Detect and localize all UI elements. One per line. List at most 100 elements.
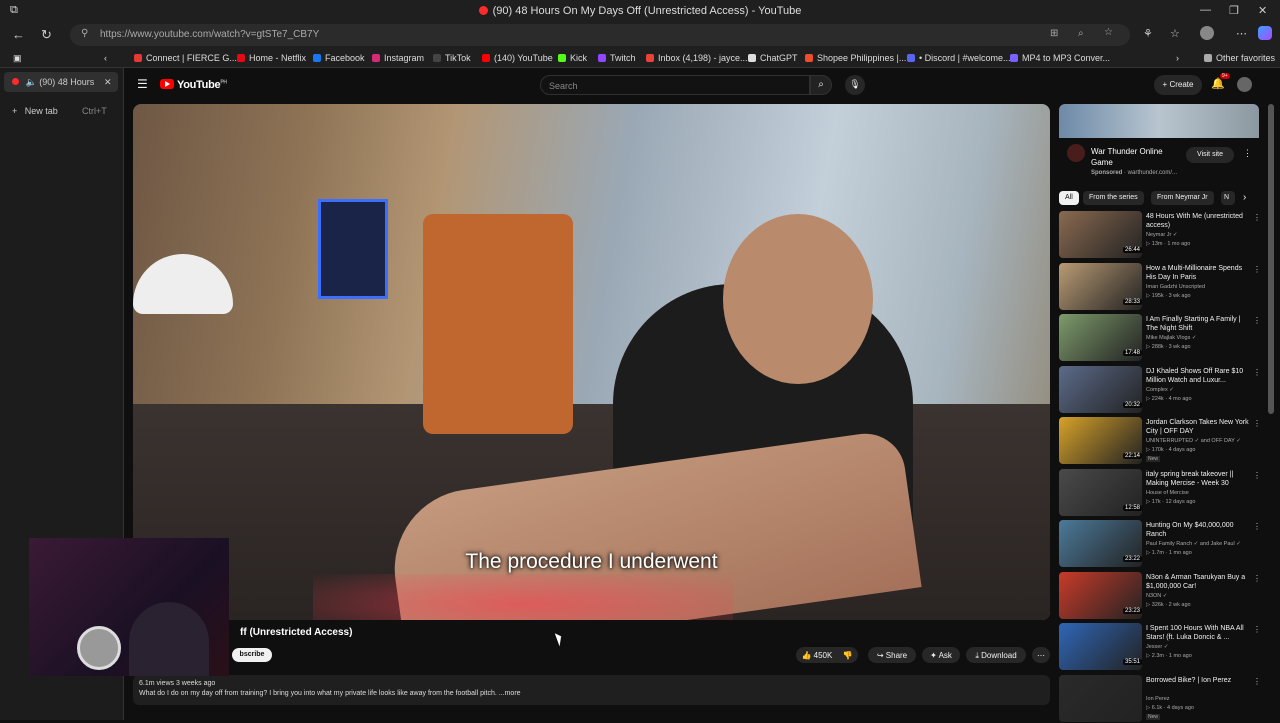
profile-avatar[interactable] <box>1200 26 1214 40</box>
chip-next[interactable]: N <box>1221 191 1235 205</box>
recommendation-title[interactable]: N3on & Arman Tsarukyan Buy a $1,000,000 … <box>1146 573 1251 591</box>
bookmark-item[interactable]: MP4 to MP3 Conver... <box>1010 53 1110 63</box>
back-icon[interactable]: ← <box>12 27 25 42</box>
recommendation-channel[interactable]: Iman Gadzhi Unscripted <box>1146 284 1251 290</box>
bookmark-item[interactable]: ChatGPT <box>748 53 798 63</box>
like-button[interactable]: 👍 450K <box>801 651 832 660</box>
recommendation-more-icon[interactable]: ⋮ <box>1253 213 1261 222</box>
page-scrollbar[interactable] <box>1268 104 1274 414</box>
extensions-icon[interactable]: ⚘ <box>1143 27 1153 40</box>
bookmark-item[interactable]: Instagram <box>372 53 424 63</box>
recommendation-item[interactable]: 26:44 48 Hours With Me (unrestricted acce… <box>1059 211 1261 259</box>
recommendation-item[interactable]: 28:33 How a Multi-Millionaire Spends His … <box>1059 262 1261 311</box>
youtube-logo[interactable]: YouTubePH <box>160 79 227 91</box>
zoom-icon[interactable]: ⌕ <box>1078 28 1084 39</box>
description-box[interactable]: 6.1m views 3 weeks ago What do I do on m… <box>133 675 1050 705</box>
recommendation-item[interactable]: 17:48 I Am Finally Starting A Family | Th… <box>1059 314 1261 362</box>
more-menu-icon[interactable]: ⋯ <box>1236 27 1247 40</box>
chip-all[interactable]: All <box>1059 191 1079 205</box>
bookmarks-scroll-left-icon[interactable]: ‹ <box>104 53 107 63</box>
bookmark-item[interactable]: Facebook <box>313 53 365 63</box>
recommendation-title[interactable]: I Spent 100 Hours With NBA All Stars! (f… <box>1146 624 1251 642</box>
bookmark-item[interactable]: Connect | FIERCE G... <box>134 53 237 63</box>
download-button[interactable]: ⤓ Download <box>966 647 1026 663</box>
app-available-icon[interactable]: ⊞ <box>1050 28 1058 39</box>
recommendation-title[interactable]: Borrowed Bike? | Ion Perez <box>1146 676 1251 685</box>
recommendation-item[interactable]: 12:58 italy spring break takeover || Maki… <box>1059 468 1261 517</box>
recommendation-channel[interactable]: House of Mercise <box>1146 490 1251 496</box>
chips-scroll-right-icon[interactable]: › <box>1243 192 1246 203</box>
favorite-star-icon[interactable]: ☆ <box>1104 27 1113 38</box>
recommendation-more-icon[interactable]: ⋮ <box>1253 368 1261 377</box>
recommendation-title[interactable]: Jordan Clarkson Takes New York City | OF… <box>1146 418 1251 436</box>
hamburger-menu-icon[interactable]: ☰ <box>137 77 148 91</box>
ad-more-icon[interactable]: ⋮ <box>1243 148 1252 159</box>
recommendation-channel[interactable]: Mike Majlak Vlogs ✓ <box>1146 335 1251 341</box>
speaker-icon[interactable]: 🔈 <box>26 77 37 87</box>
url-field[interactable]: ⚲ https://www.youtube.com/watch?v=gtSTe7… <box>70 24 1130 46</box>
site-info-icon[interactable]: ⚲ <box>81 28 88 39</box>
recommendation-item[interactable]: 22:14 Jordan Clarkson Takes New York City… <box>1059 417 1261 465</box>
recommendation-title[interactable]: 48 Hours With Me (unrestricted access) <box>1146 212 1251 230</box>
search-input[interactable]: Search <box>540 75 810 95</box>
recommendation-item[interactable]: 35:51 I Spent 100 Hours With NBA All Star… <box>1059 623 1261 671</box>
recommendation-channel[interactable]: UNINTERRUPTED ✓ and OFF DAY ✓ <box>1146 438 1251 444</box>
chip-from-series[interactable]: From the series <box>1083 191 1144 205</box>
bookmark-item[interactable]: Inbox (4,198) - jayce... <box>646 53 748 63</box>
recommendation-more-icon[interactable]: ⋮ <box>1253 625 1261 634</box>
bookmark-item[interactable]: • Discord | #welcome... <box>907 53 1011 63</box>
favorites-icon[interactable]: ☆ <box>1170 27 1180 40</box>
voice-search-button[interactable]: 🎙 <box>845 75 865 95</box>
recommendation-title[interactable]: italy spring break takeover || Making Me… <box>1146 470 1251 488</box>
recommendation-channel[interactable]: Ion Perez <box>1146 696 1251 702</box>
video-player[interactable]: The procedure I underwent <box>133 104 1050 620</box>
share-button[interactable]: ↪ Share <box>868 647 916 663</box>
recommendation-item[interactable]: 23:22 Hunting On My $40,000,000 Ranch Paul… <box>1059 520 1261 568</box>
recommendation-title[interactable]: How a Multi-Millionaire Spends His Day I… <box>1146 264 1251 282</box>
visit-site-button[interactable]: Visit site <box>1186 147 1234 163</box>
copilot-icon[interactable] <box>1258 26 1272 40</box>
recommendation-channel[interactable]: Neymar Jr ✓ <box>1146 232 1251 238</box>
recommendation-title[interactable]: I Am Finally Starting A Family | The Nig… <box>1146 315 1251 333</box>
new-tab-button[interactable]: + New tab Ctrl+T <box>4 101 118 121</box>
sidebar-toggle-icon[interactable]: ▣ <box>13 53 22 64</box>
bookmarks-scroll-right-icon[interactable]: › <box>1176 53 1179 63</box>
tab-youtube[interactable]: 🔈 (90) 48 Hours ✕ <box>4 72 118 92</box>
recommendation-more-icon[interactable]: ⋮ <box>1253 677 1261 686</box>
bookmark-item[interactable]: Home - Netflix <box>237 53 306 63</box>
ask-button[interactable]: ✦ Ask <box>922 647 960 663</box>
recommendation-more-icon[interactable]: ⋮ <box>1253 522 1261 531</box>
more-actions-button[interactable]: ⋯ <box>1032 647 1050 663</box>
close-tab-icon[interactable]: ✕ <box>104 77 112 88</box>
sponsored-ad-card[interactable]: War Thunder Online Game Sponsored · wart… <box>1059 104 1259 184</box>
video-thumbnail[interactable] <box>1059 674 1142 722</box>
recommendation-title[interactable]: Hunting On My $40,000,000 Ranch <box>1146 521 1251 539</box>
bookmark-item[interactable]: Twitch <box>598 53 636 63</box>
other-favorites[interactable]: Other favorites <box>1204 53 1275 63</box>
bookmark-item[interactable]: Shopee Philippines |... <box>805 53 906 63</box>
subscribe-button[interactable]: bscribe <box>232 648 272 662</box>
bookmark-item[interactable]: Kick <box>558 53 587 63</box>
recommendation-more-icon[interactable]: ⋮ <box>1253 471 1261 480</box>
dislike-button[interactable]: 👎 <box>843 651 853 660</box>
recommendation-channel[interactable]: Jesser ✓ <box>1146 644 1251 650</box>
maximize-icon[interactable]: ❐ <box>1229 4 1239 17</box>
recommendation-more-icon[interactable]: ⋮ <box>1253 419 1261 428</box>
account-avatar[interactable] <box>1237 77 1252 92</box>
bookmark-item[interactable]: TikTok <box>433 53 471 63</box>
recommendation-title[interactable]: DJ Khaled Shows Off Rare $10 Million Wat… <box>1146 367 1251 385</box>
recommendation-channel[interactable]: N3ON ✓ <box>1146 593 1251 599</box>
recommendation-item[interactable]: 20:32 DJ Khaled Shows Off Rare $10 Millio… <box>1059 365 1261 414</box>
recommendation-more-icon[interactable]: ⋮ <box>1253 316 1261 325</box>
search-button[interactable]: ⌕ <box>810 75 832 95</box>
bookmark-item[interactable]: (140) YouTube <box>482 53 553 63</box>
recommendation-more-icon[interactable]: ⋮ <box>1253 265 1261 274</box>
create-button[interactable]: + Create <box>1154 75 1202 95</box>
recommendation-item[interactable]: 23:23 N3on & Arman Tsarukyan Buy a $1,000… <box>1059 571 1261 620</box>
chip-from-neymar[interactable]: From Neymar Jr <box>1151 191 1214 205</box>
refresh-icon[interactable]: ↻ <box>41 27 52 43</box>
recommendation-channel[interactable]: Complex ✓ <box>1146 387 1251 393</box>
recommendation-more-icon[interactable]: ⋮ <box>1253 574 1261 583</box>
recommendation-item[interactable]: Borrowed Bike? | Ion Perez Ion Perez ▷ 6.1… <box>1059 674 1261 723</box>
close-window-icon[interactable]: ✕ <box>1258 4 1267 17</box>
